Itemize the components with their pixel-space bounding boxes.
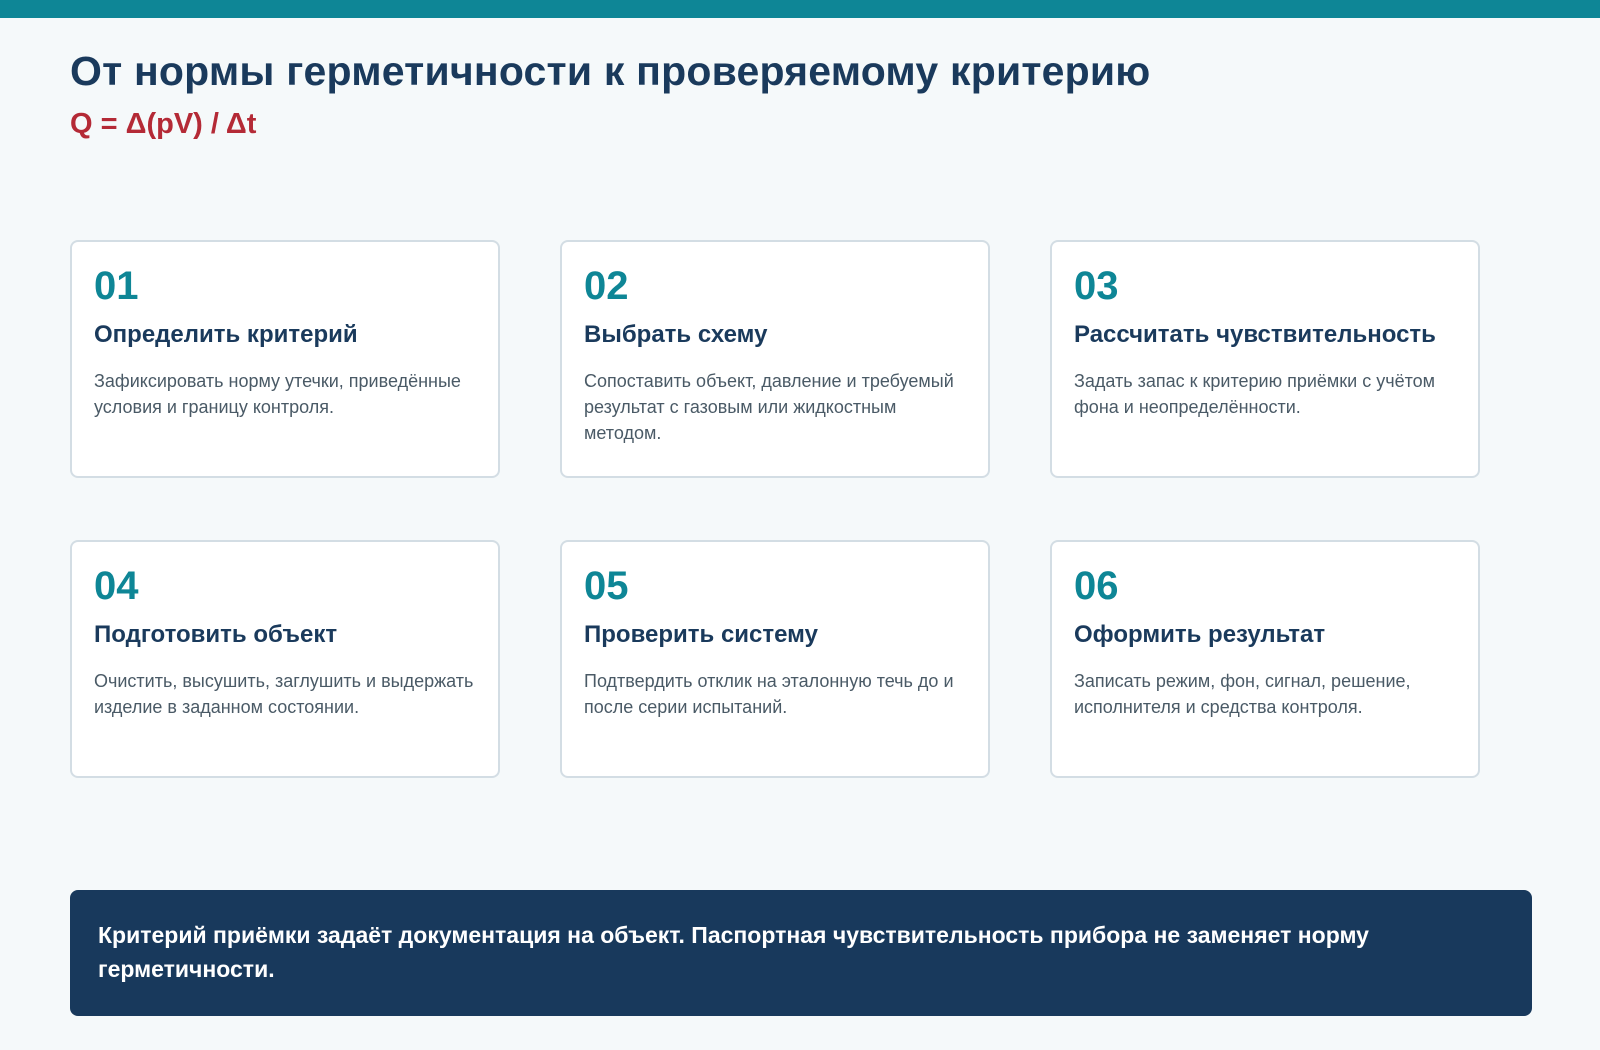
- step-title: Оформить результат: [1074, 621, 1326, 648]
- step-title: Подготовить объект: [94, 621, 338, 648]
- step-description: Сопоставить объект, давление и требуемый…: [584, 371, 954, 443]
- step-number: 02: [584, 264, 629, 308]
- step-description: Подтвердить отклик на эталонную течь до …: [584, 671, 954, 717]
- step-title: Рассчитать чувствительность: [1074, 321, 1436, 348]
- note-banner: Критерий приёмки задаёт документация на …: [70, 890, 1532, 1016]
- step-title: Определить критерий: [94, 321, 358, 348]
- step-number: 01: [94, 264, 139, 308]
- steps-grid: 01 Определить критерий Зафиксировать нор…: [70, 240, 1480, 778]
- step-number: 06: [1074, 564, 1119, 608]
- step-description: Зафиксировать норму утечки, приведённые …: [94, 371, 461, 417]
- step-card: 05 Проверить систему Подтвердить отклик …: [560, 540, 990, 778]
- step-card: 03 Рассчитать чувствительность Задать за…: [1050, 240, 1480, 478]
- note-text: Критерий приёмки задаёт документация на …: [98, 922, 1369, 982]
- step-title: Проверить систему: [584, 621, 818, 648]
- step-number: 04: [94, 564, 139, 608]
- step-card: 06 Оформить результат Записать режим, фо…: [1050, 540, 1480, 778]
- step-card: 01 Определить критерий Зафиксировать нор…: [70, 240, 500, 478]
- step-card: 02 Выбрать схему Сопоставить объект, дав…: [560, 240, 990, 478]
- formula: Q = Δ(pV) / Δt: [70, 108, 257, 140]
- page-title: От нормы герметичности к проверяемому кр…: [70, 48, 1151, 94]
- step-card: 04 Подготовить объект Очистить, высушить…: [70, 540, 500, 778]
- step-description: Очистить, высушить, заглушить и выдержат…: [94, 671, 474, 717]
- step-description: Записать режим, фон, сигнал, решение, ис…: [1074, 671, 1411, 717]
- top-accent-bar: [0, 0, 1600, 18]
- step-title: Выбрать схему: [584, 321, 768, 348]
- step-description: Задать запас к критерию приёмки с учётом…: [1074, 371, 1436, 417]
- step-number: 05: [584, 564, 629, 608]
- step-number: 03: [1074, 264, 1119, 308]
